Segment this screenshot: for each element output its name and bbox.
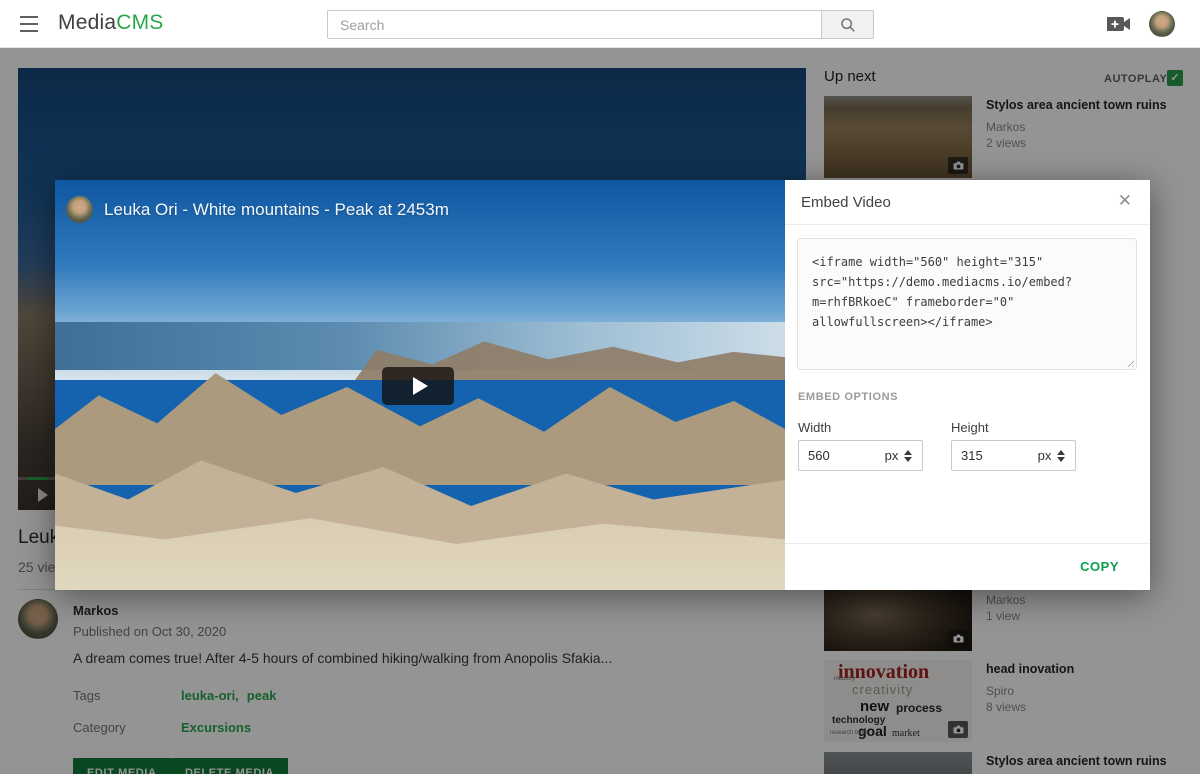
embed-video-modal: Leuka Ori - White mountains - Peak at 24… — [55, 180, 1150, 590]
embed-options-panel: Embed Video ✕ <iframe width="560" height… — [785, 180, 1150, 590]
embed-code-textarea[interactable]: <iframe width="560" height="315" src="ht… — [797, 238, 1137, 370]
modal-title: Embed Video — [801, 194, 891, 211]
textarea-resize-handle[interactable] — [1125, 358, 1134, 367]
top-bar: MediaCMS — [0, 0, 1200, 48]
height-unit-value: px — [1038, 448, 1052, 463]
embed-preview-player[interactable]: Leuka Ori - White mountains - Peak at 24… — [55, 180, 785, 590]
width-label: Width — [798, 420, 831, 435]
height-input[interactable] — [951, 440, 1029, 471]
app-window: MediaCMS Leuka Ori - White mountains - P… — [0, 0, 1200, 774]
search-button[interactable] — [821, 10, 874, 39]
menu-icon[interactable] — [20, 16, 38, 32]
embed-code-line: m=rhfBRkoeC" frameborder="0" — [812, 292, 1122, 312]
upload-media-button[interactable] — [1106, 15, 1132, 33]
logo[interactable]: MediaCMS — [58, 11, 163, 35]
stepper-arrows-icon — [904, 450, 912, 462]
user-avatar[interactable] — [1149, 11, 1175, 37]
copy-button[interactable]: COPY — [1080, 559, 1119, 574]
preview-video-title[interactable]: Leuka Ori - White mountains - Peak at 24… — [104, 200, 449, 220]
width-input[interactable] — [798, 440, 876, 471]
embed-options-label: EMBED OPTIONS — [798, 391, 898, 403]
video-camera-plus-icon — [1106, 15, 1132, 33]
width-unit-select[interactable]: px — [875, 440, 923, 471]
search-bar — [327, 10, 874, 39]
search-input[interactable] — [327, 10, 821, 39]
logo-text-cms: CMS — [116, 11, 163, 34]
search-icon — [839, 16, 857, 34]
play-icon — [413, 377, 428, 395]
height-unit-select[interactable]: px — [1028, 440, 1076, 471]
play-button[interactable] — [382, 367, 454, 405]
preview-author-avatar[interactable] — [66, 196, 93, 223]
close-icon[interactable]: ✕ — [1118, 191, 1132, 211]
embed-code-line: <iframe width="560" height="315" — [812, 252, 1122, 272]
height-label: Height — [951, 420, 989, 435]
divider — [785, 224, 1150, 225]
embed-code-line: allowfullscreen></iframe> — [812, 312, 1122, 332]
logo-text-media: Media — [58, 11, 116, 34]
width-unit-value: px — [885, 448, 899, 463]
divider — [785, 543, 1150, 544]
embed-code-line: src="https://demo.mediacms.io/embed? — [812, 272, 1122, 292]
stepper-arrows-icon — [1057, 450, 1065, 462]
